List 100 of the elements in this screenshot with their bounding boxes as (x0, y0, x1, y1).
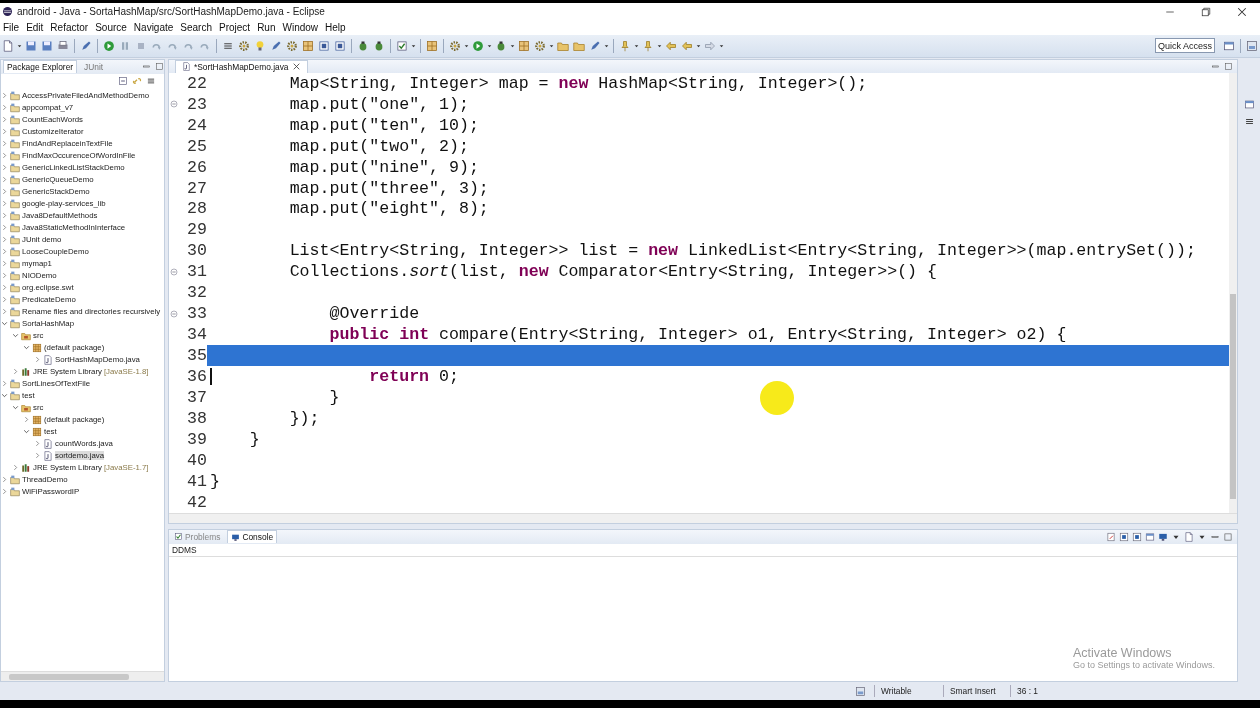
chevron-right-icon[interactable] (1, 104, 8, 112)
pen-icon[interactable] (270, 39, 282, 52)
printer-icon[interactable] (57, 39, 69, 52)
menu-item[interactable]: Window (279, 22, 323, 34)
scroll-lock-icon[interactable] (1132, 531, 1142, 542)
chevron-down-icon[interactable] (1, 392, 8, 400)
menu-item[interactable]: Edit (23, 22, 48, 34)
chevron-right-icon[interactable] (1, 92, 8, 100)
lightbulb-icon[interactable] (254, 39, 266, 52)
gear-icon[interactable] (238, 39, 250, 52)
panel-switch-icon[interactable] (855, 685, 866, 697)
chevron-down-icon[interactable] (12, 404, 19, 412)
horizontal-scrollbar[interactable] (169, 512, 1237, 523)
chevron-right-icon[interactable] (1, 248, 8, 256)
scrollbar-thumb[interactable] (1230, 293, 1236, 499)
maximize-icon[interactable] (1223, 531, 1233, 542)
chevron-right-icon[interactable] (23, 416, 30, 424)
menu-item[interactable]: Help (322, 22, 350, 34)
chevron-down-icon[interactable] (12, 332, 19, 340)
bug-icon[interactable] (357, 39, 369, 52)
grid-icon[interactable] (518, 39, 530, 52)
chevron-right-icon[interactable] (12, 368, 19, 376)
pen-icon[interactable] (80, 39, 92, 52)
panel-tab[interactable]: JUnit (81, 60, 107, 73)
gear-icon[interactable] (286, 39, 298, 52)
chevron-right-icon[interactable] (1, 164, 8, 172)
save-icon[interactable] (25, 39, 37, 52)
forward-arrow-icon[interactable] (704, 39, 716, 52)
editor-tab[interactable]: *SortHashMapDemo.java (175, 59, 308, 73)
chevron-down-icon[interactable] (1, 320, 8, 328)
perspective-icon[interactable] (1145, 531, 1155, 542)
menu-item[interactable]: Navigate (130, 22, 178, 34)
panel-tab[interactable]: Package Explorer (3, 60, 78, 74)
close-icon[interactable] (1236, 5, 1248, 18)
chevron-right-icon[interactable] (1, 152, 8, 160)
pen-icon[interactable] (589, 39, 601, 52)
chevron-right-icon[interactable] (1, 188, 8, 196)
panel-tab[interactable]: Console (227, 530, 278, 544)
chevron-right-icon[interactable] (1, 116, 8, 124)
maximize-icon[interactable] (1224, 61, 1233, 71)
fold-icon[interactable] (170, 267, 178, 276)
pin-icon[interactable] (619, 39, 631, 52)
perspective-icon[interactable] (1243, 98, 1255, 110)
chevron-right-icon[interactable] (1, 236, 8, 244)
document-icon[interactable] (2, 39, 14, 52)
chevron-right-icon[interactable] (1, 176, 8, 184)
clear-console-icon[interactable] (1106, 531, 1116, 542)
scroll-lock-icon[interactable] (1119, 531, 1129, 542)
scrollbar-thumb[interactable] (9, 673, 129, 680)
gear-icon[interactable] (449, 39, 461, 52)
chevron-down-icon[interactable] (23, 428, 30, 436)
chevron-right-icon[interactable] (1, 272, 8, 280)
chevron-right-icon[interactable] (1, 488, 8, 496)
gear-icon[interactable] (534, 39, 546, 52)
maximize-icon[interactable] (155, 62, 164, 72)
chevron-right-icon[interactable] (34, 356, 41, 364)
bug-icon[interactable] (373, 39, 385, 52)
chevron-right-icon[interactable] (1, 380, 8, 388)
chevron-right-icon[interactable] (12, 464, 19, 472)
save-icon[interactable] (41, 39, 53, 52)
menu-item[interactable]: Source (92, 22, 131, 34)
menu-item[interactable]: Project (216, 22, 255, 34)
folder-icon[interactable] (557, 39, 569, 52)
checkbox-icon[interactable] (396, 39, 408, 52)
chevron-right-icon[interactable] (1, 224, 8, 232)
link-icon[interactable] (132, 75, 142, 86)
back-arrow-icon[interactable] (681, 39, 693, 52)
panel-icon[interactable] (318, 39, 330, 52)
chevron-right-icon[interactable] (1, 308, 8, 316)
collapse-all-icon[interactable] (118, 75, 128, 86)
menu-item[interactable]: Run (254, 22, 280, 34)
restore-icon[interactable] (1200, 5, 1212, 18)
menu-item[interactable]: File (0, 22, 24, 34)
pin-icon[interactable] (642, 39, 654, 52)
chevron-down-icon[interactable] (23, 344, 30, 352)
chevron-right-icon[interactable] (34, 440, 41, 448)
panel-icon[interactable] (334, 39, 346, 52)
grid-icon[interactable] (426, 39, 438, 52)
fold-icon[interactable] (170, 309, 178, 318)
menu-item[interactable]: Search (177, 22, 216, 34)
chevron-right-icon[interactable] (1, 200, 8, 208)
pause-icon[interactable] (119, 39, 131, 52)
panel-switch-icon[interactable] (1246, 39, 1258, 52)
chevron-right-icon[interactable] (1, 260, 8, 268)
chevron-right-icon[interactable] (1, 212, 8, 220)
chevron-right-icon[interactable] (1, 128, 8, 136)
folder-icon[interactable] (573, 39, 585, 52)
bug-icon[interactable] (495, 39, 507, 52)
chevron-right-icon[interactable] (1, 476, 8, 484)
quick-access-field[interactable]: Quick Access (1155, 38, 1215, 54)
back-arrow-icon[interactable] (665, 39, 677, 52)
chevron-right-icon[interactable] (1, 140, 8, 148)
menu-item[interactable]: Refactor (47, 22, 93, 34)
close-icon[interactable] (291, 62, 301, 72)
monitor-icon[interactable] (1158, 531, 1168, 542)
chevron-right-icon[interactable] (34, 452, 41, 460)
run-icon[interactable] (472, 39, 484, 52)
chevron-right-icon[interactable] (1, 296, 8, 304)
run-icon[interactable] (103, 39, 115, 52)
perspective-icon[interactable] (1223, 39, 1235, 52)
